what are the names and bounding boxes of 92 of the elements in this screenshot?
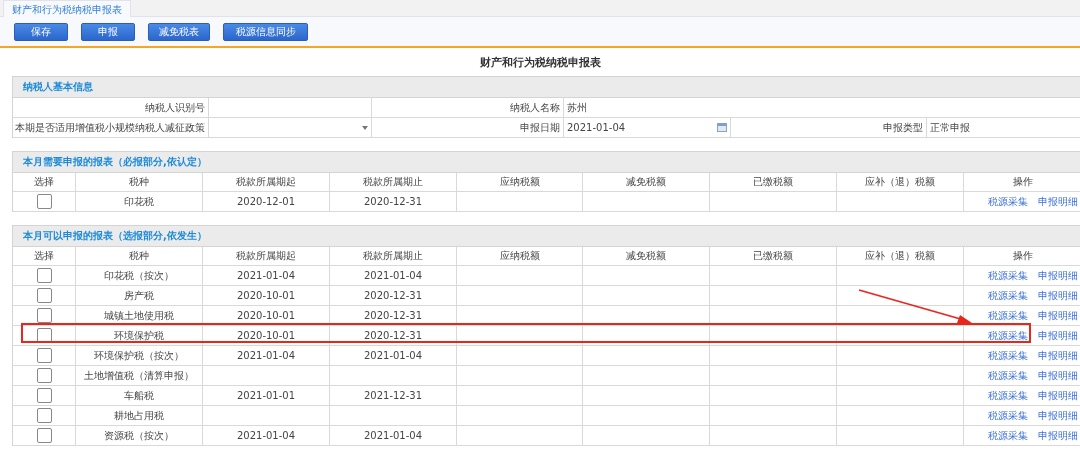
action-link[interactable]: 申报明细 [1038, 194, 1078, 209]
checkbox[interactable] [36, 288, 52, 303]
table-cell-text: 2021-12-31 [363, 390, 423, 401]
column-header: 税款所属期起 [236, 175, 296, 189]
table-cell-text: 车船税 [124, 388, 154, 403]
toolbar-button[interactable]: 税源信息同步 [223, 22, 308, 41]
table-cell-text: 2020-12-01 [236, 196, 296, 207]
table-cell-text: 房产税 [124, 288, 154, 303]
table-cell-text: 2020-10-01 [236, 310, 296, 321]
field-label: 纳税人名称 [510, 100, 560, 115]
table-cell-text: 2020-12-31 [363, 310, 423, 321]
action-link[interactable]: 税源采集 [988, 308, 1028, 323]
column-header: 税款所属期止 [363, 249, 423, 263]
checkbox[interactable] [36, 408, 52, 423]
action-link[interactable]: 申报明细 [1038, 348, 1078, 363]
table-cell-text: 印花税（按次） [104, 268, 174, 283]
table-cell-text: 2020-12-31 [363, 290, 423, 301]
table-cell-text: 2021-01-01 [236, 390, 296, 401]
action-link[interactable]: 申报明细 [1038, 288, 1078, 303]
action-link[interactable]: 申报明细 [1038, 388, 1078, 403]
table-cell-text: 资源税（按次） [104, 428, 174, 443]
action-link[interactable]: 税源采集 [988, 408, 1028, 423]
checkbox[interactable] [36, 368, 52, 383]
table-cell-text: 2020-12-31 [363, 196, 423, 207]
column-header: 已缴税额 [753, 249, 793, 263]
table-cell-text: 2020-10-01 [236, 290, 296, 301]
column-header: 选择 [34, 249, 54, 263]
table-cell-text: 2020-10-01 [236, 330, 296, 341]
table-cell-text: 城镇土地使用税 [104, 308, 174, 323]
column-header: 应补（退）税额 [865, 249, 935, 263]
table-cell-text: 2021-01-04 [236, 350, 296, 361]
action-link[interactable]: 申报明细 [1038, 368, 1078, 383]
field-label: 申报日期 [520, 120, 560, 135]
table-cell-text: 2021-01-04 [236, 270, 296, 281]
checkbox[interactable] [36, 388, 52, 403]
checkbox[interactable] [36, 428, 52, 443]
section-heading: 纳税人基本信息 [23, 80, 93, 94]
column-header: 应纳税额 [499, 175, 540, 189]
column-header: 税款所属期止 [363, 175, 423, 189]
column-header: 税款所属期起 [236, 249, 296, 263]
column-header: 税种 [129, 249, 149, 263]
caret-icon [362, 125, 368, 130]
table-cell-text: 印花税 [124, 194, 154, 209]
column-header: 减免税额 [626, 249, 666, 263]
column-header: 应纳税额 [499, 249, 540, 263]
action-link[interactable]: 税源采集 [988, 194, 1028, 209]
checkbox[interactable] [36, 308, 52, 323]
toolbar-button[interactable]: 减免税表 [148, 22, 210, 41]
section-heading: 本月可以申报的报表（选报部分,依发生） [23, 229, 207, 243]
column-header: 应补（退）税额 [865, 175, 935, 189]
table-cell-text: 2020-12-31 [363, 330, 423, 341]
table-cell-text: 耕地占用税 [114, 408, 164, 423]
checkbox[interactable] [36, 194, 52, 209]
column-header: 减免税额 [626, 175, 666, 189]
toolbar-button[interactable]: 保存 [14, 22, 68, 41]
calendar-icon [717, 123, 727, 132]
table-cell-text: 土地增值税（清算申报） [84, 368, 194, 383]
action-link[interactable]: 申报明细 [1038, 328, 1078, 343]
checkbox[interactable] [36, 348, 52, 363]
field-label: 申报类型 [883, 120, 923, 135]
action-link[interactable]: 税源采集 [988, 268, 1028, 283]
text-field[interactable]: 苏州 [564, 98, 1080, 117]
action-link[interactable]: 税源采集 [988, 388, 1028, 403]
table-cell-text: 2021-01-04 [236, 430, 296, 441]
action-link[interactable]: 税源采集 [988, 368, 1028, 383]
field-label: 本期是否适用增值税小规模纳税人减征政策 [15, 120, 205, 135]
column-header: 操作 [1012, 175, 1033, 189]
action-link[interactable]: 申报明细 [1038, 268, 1078, 283]
action-link[interactable]: 税源采集 [988, 328, 1028, 343]
action-link[interactable]: 申报明细 [1038, 408, 1078, 423]
table-cell-text: 环境保护税 [114, 328, 164, 343]
checkbox[interactable] [36, 268, 52, 283]
table-cell-text: 2021-01-04 [363, 430, 423, 441]
table-cell-text: 2021-01-04 [363, 350, 423, 361]
action-link[interactable]: 税源采集 [988, 348, 1028, 363]
action-link[interactable]: 申报明细 [1038, 308, 1078, 323]
field-label: 纳税人识别号 [145, 100, 205, 115]
tab[interactable]: 财产和行为税纳税申报表 [3, 0, 131, 17]
toolbar-button[interactable]: 申报 [81, 22, 135, 41]
column-header: 已缴税额 [753, 175, 793, 189]
text-field[interactable]: 正常申报 [927, 118, 1080, 137]
action-link[interactable]: 申报明细 [1038, 428, 1078, 443]
column-header: 选择 [34, 175, 54, 189]
action-link[interactable]: 税源采集 [988, 428, 1028, 443]
column-header: 操作 [1012, 249, 1033, 263]
column-header: 税种 [129, 175, 149, 189]
date-field[interactable]: 2021-01-04 [564, 118, 731, 137]
section-heading: 本月需要申报的报表（必报部分,依认定） [23, 155, 207, 169]
form-title: 财产和行为税纳税申报表 [479, 54, 601, 70]
table-cell-text: 2021-01-04 [363, 270, 423, 281]
table-cell-text: 环境保护税（按次） [94, 348, 184, 363]
action-link[interactable]: 税源采集 [988, 288, 1028, 303]
